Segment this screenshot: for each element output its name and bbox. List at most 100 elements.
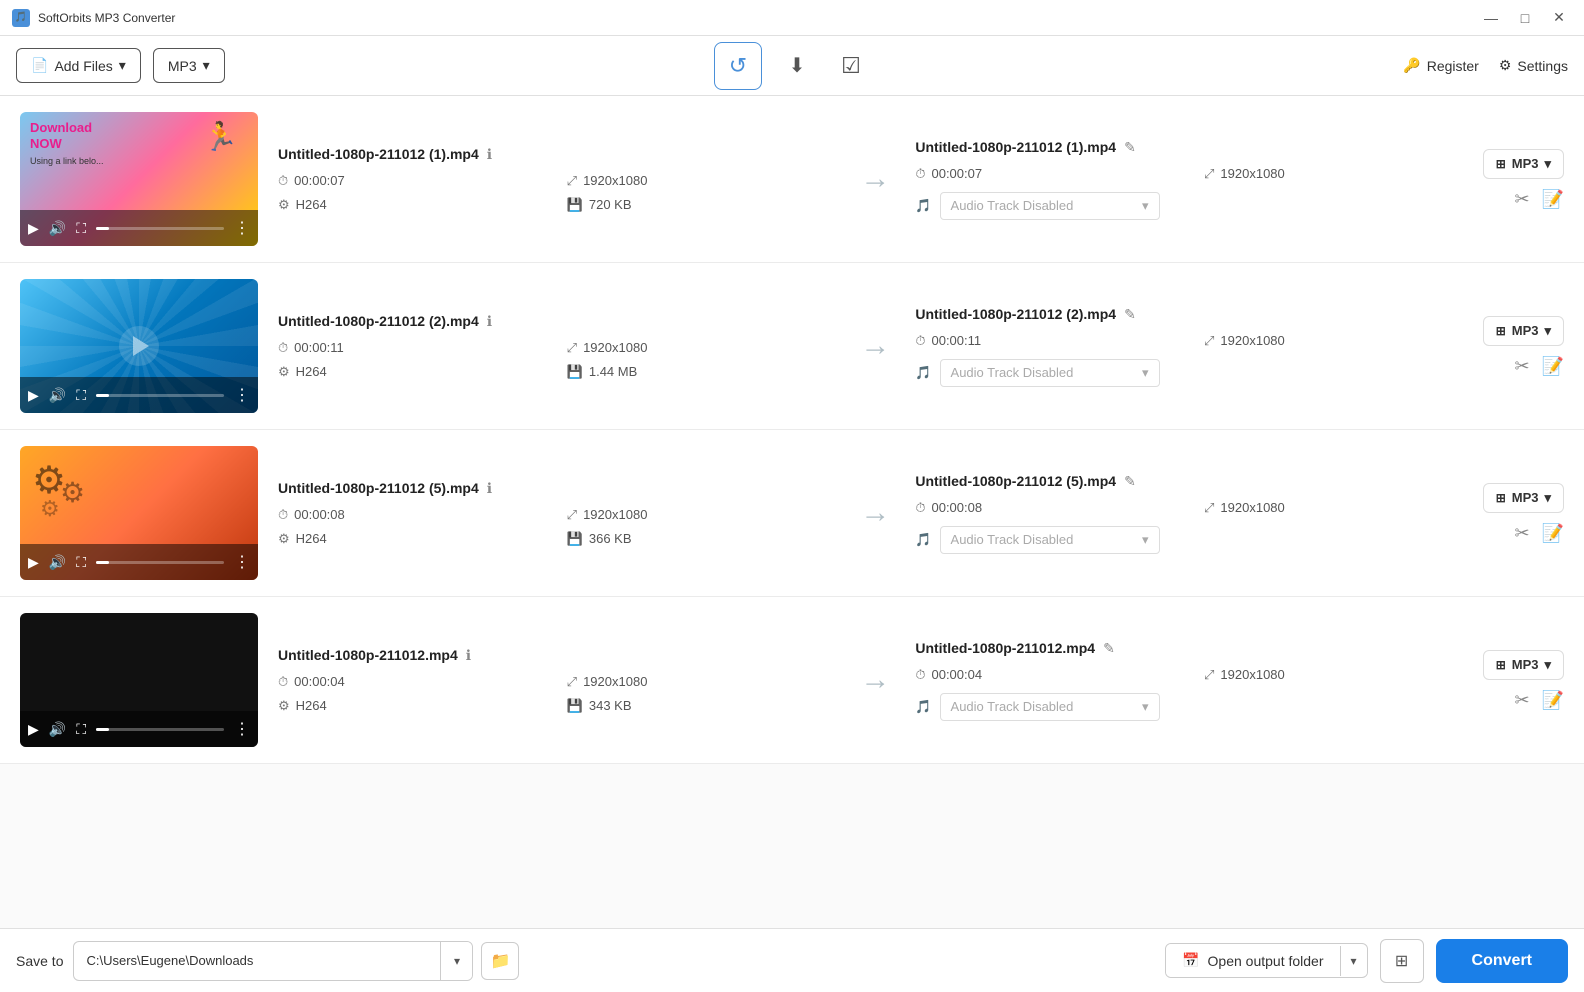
info-icon[interactable]: ℹ — [466, 647, 471, 664]
file-plus-icon: 📄 — [31, 57, 48, 74]
checkmark-icon: ☑ — [841, 53, 861, 79]
progress-fill — [96, 227, 109, 230]
key-icon: 🔑 — [1403, 57, 1420, 74]
browse-folder-button[interactable]: 📁 — [481, 942, 519, 980]
input-size: 366 KB — [589, 531, 632, 546]
add-files-chevron-icon: ▾ — [119, 57, 126, 74]
crop-icon[interactable]: ✂ — [1515, 189, 1530, 210]
crop-icon[interactable]: ✂ — [1515, 690, 1530, 711]
more-options-icon[interactable]: ⋮ — [234, 552, 250, 572]
output-resolution: 1920x1080 — [1220, 333, 1284, 348]
bottom-right-actions: 📅 Open output folder ▾ ⊞ Convert — [1165, 939, 1568, 983]
edit-icon[interactable]: ✎ — [1124, 473, 1136, 490]
output-format-button[interactable]: ⊞ MP3 ▾ — [1483, 316, 1564, 346]
output-format-button[interactable]: ⊞ MP3 ▾ — [1483, 483, 1564, 513]
audio-track-label: Audio Track Disabled — [951, 198, 1074, 213]
volume-icon[interactable]: 🔊 — [49, 721, 66, 738]
output-meta: ⏱ 00:00:04 ⤢ 1920x1080 — [915, 667, 1472, 683]
input-duration: 00:00:04 — [294, 674, 345, 689]
close-button[interactable]: ✕ — [1546, 5, 1572, 31]
output-resize-icon: ⤢ — [1204, 667, 1214, 683]
refresh-button[interactable]: ↺ — [714, 42, 762, 90]
open-output-chevron-icon[interactable]: ▾ — [1340, 946, 1367, 976]
edit-file-icon[interactable]: 📝 — [1542, 189, 1564, 210]
grid-view-button[interactable]: ⊞ — [1380, 939, 1424, 983]
codec-meta: ⚙ H264 — [278, 698, 547, 714]
settings-label: Settings — [1517, 58, 1568, 74]
more-options-icon[interactable]: ⋮ — [234, 385, 250, 405]
edit-file-icon[interactable]: 📝 — [1542, 356, 1564, 377]
edit-icon[interactable]: ✎ — [1103, 640, 1115, 657]
file-name-row: Untitled-1080p-211012 (2).mp4 ℹ — [278, 313, 835, 330]
storage-icon: 💾 — [567, 531, 583, 547]
audio-track-dropdown[interactable]: Audio Track Disabled ▾ — [940, 192, 1160, 220]
play-icon[interactable]: ▶ — [28, 721, 39, 738]
thumbnail: ▶ 🔊 ⛶ ⋮ — [20, 613, 258, 747]
output-duration: 00:00:07 — [931, 166, 982, 181]
fullscreen-icon[interactable]: ⛶ — [76, 220, 86, 237]
output-name-row: Untitled-1080p-211012 (2).mp4 ✎ — [915, 306, 1472, 323]
audio-track-dropdown[interactable]: Audio Track Disabled ▾ — [940, 526, 1160, 554]
edit-icon[interactable]: ✎ — [1124, 139, 1136, 156]
crop-icon[interactable]: ✂ — [1515, 523, 1530, 544]
fullscreen-icon[interactable]: ⛶ — [76, 554, 86, 571]
thumbnail: ⚙ ⚙ ⚙ ▶ 🔊 ⛶ ⋮ — [20, 446, 258, 580]
input-codec: H264 — [296, 698, 327, 713]
storage-icon: 💾 — [567, 197, 583, 213]
minimize-button[interactable]: — — [1478, 5, 1504, 31]
output-resolution-meta: ⤢ 1920x1080 — [1204, 667, 1473, 683]
crop-icon[interactable]: ✂ — [1515, 356, 1530, 377]
save-path-input[interactable] — [74, 945, 440, 976]
format-chevron-icon: ▾ — [1544, 490, 1551, 506]
checkmark-button[interactable]: ☑ — [832, 47, 870, 85]
output-clock-icon: ⏱ — [915, 667, 925, 683]
volume-icon[interactable]: 🔊 — [49, 387, 66, 404]
output-format-button[interactable]: ⊞ MP3 ▾ — [1483, 650, 1564, 680]
audio-icon: 🎵 — [915, 699, 931, 715]
play-icon[interactable]: ▶ — [28, 554, 39, 571]
info-icon[interactable]: ℹ — [487, 146, 492, 163]
edit-file-icon[interactable]: 📝 — [1542, 690, 1564, 711]
edit-icon[interactable]: ✎ — [1124, 306, 1136, 323]
file-item: ▶ 🔊 ⛶ ⋮ Untitled-1080p-211012.mp4 ℹ ⏱ 00… — [0, 597, 1584, 764]
play-icon[interactable]: ▶ — [28, 220, 39, 237]
add-files-button[interactable]: 📄 Add Files ▾ — [16, 48, 141, 83]
more-options-icon[interactable]: ⋮ — [234, 719, 250, 739]
format-selector-button[interactable]: MP3 ▾ — [153, 48, 225, 83]
download-button[interactable]: ⬇ — [778, 47, 816, 85]
output-meta: ⏱ 00:00:11 ⤢ 1920x1080 — [915, 333, 1472, 349]
more-options-icon[interactable]: ⋮ — [234, 218, 250, 238]
edit-file-icon[interactable]: 📝 — [1542, 523, 1564, 544]
audio-track-dropdown[interactable]: Audio Track Disabled ▾ — [940, 693, 1160, 721]
audio-track-dropdown[interactable]: Audio Track Disabled ▾ — [940, 359, 1160, 387]
save-path-dropdown-button[interactable]: ▾ — [440, 942, 472, 980]
output-name-row: Untitled-1080p-211012 (1).mp4 ✎ — [915, 139, 1472, 156]
play-icon[interactable]: ▶ — [28, 387, 39, 404]
output-format-button[interactable]: ⊞ MP3 ▾ — [1483, 149, 1564, 179]
clock-icon: ⏱ — [278, 674, 288, 690]
fullscreen-icon[interactable]: ⛶ — [76, 721, 86, 738]
info-icon[interactable]: ℹ — [487, 313, 492, 330]
open-output-button[interactable]: 📅 Open output folder — [1166, 944, 1339, 977]
fullscreen-icon[interactable]: ⛶ — [76, 387, 86, 404]
convert-button[interactable]: Convert — [1436, 939, 1568, 983]
output-filename: Untitled-1080p-211012 (2).mp4 — [915, 306, 1116, 322]
register-button[interactable]: 🔑 Register — [1403, 57, 1479, 74]
output-filename: Untitled-1080p-211012 (1).mp4 — [915, 139, 1116, 155]
volume-icon[interactable]: 🔊 — [49, 220, 66, 237]
clock-icon: ⏱ — [278, 507, 288, 523]
output-resolution: 1920x1080 — [1220, 500, 1284, 515]
format-col: ⊞ MP3 ▾ ✂ 📝 — [1483, 316, 1564, 377]
file-input-info: Untitled-1080p-211012.mp4 ℹ ⏱ 00:00:04 ⤢… — [278, 647, 845, 714]
settings-button[interactable]: ⚙ Settings — [1499, 57, 1568, 74]
download-icon: ⬇ — [789, 53, 806, 78]
info-icon[interactable]: ℹ — [487, 480, 492, 497]
grid-small-icon: ⊞ — [1496, 324, 1506, 338]
output-duration-meta: ⏱ 00:00:08 — [915, 500, 1184, 516]
maximize-button[interactable]: □ — [1512, 5, 1538, 31]
filesize-meta: 💾 343 KB — [567, 698, 836, 714]
codec-meta: ⚙ H264 — [278, 197, 547, 213]
volume-icon[interactable]: 🔊 — [49, 554, 66, 571]
file-meta: ⏱ 00:00:08 ⤢ 1920x1080 ⚙ H264 💾 366 KB — [278, 507, 835, 547]
audio-track-label: Audio Track Disabled — [951, 699, 1074, 714]
